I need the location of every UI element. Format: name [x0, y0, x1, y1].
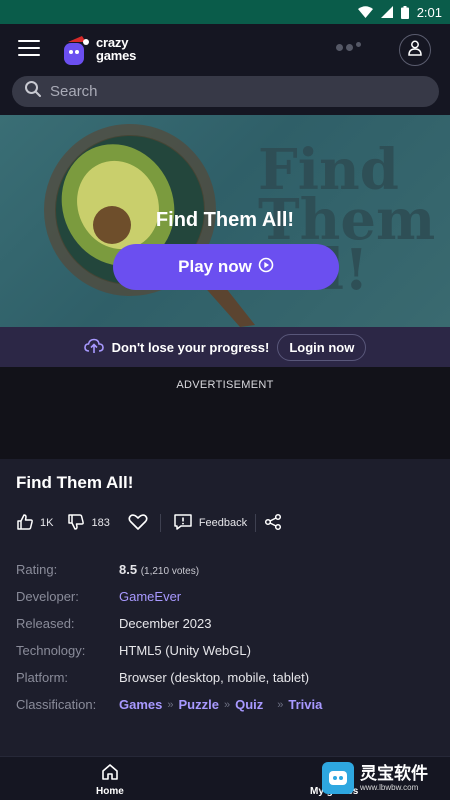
dislike-count: 183 — [91, 517, 110, 529]
thumbs-down-icon — [67, 513, 85, 534]
game-title: Find Them All! — [16, 473, 134, 492]
menu-button[interactable] — [18, 40, 40, 60]
share-icon — [264, 513, 282, 534]
search-input[interactable] — [50, 83, 410, 100]
tag-separator: » — [167, 698, 174, 711]
platform-label: Platform: — [16, 670, 69, 685]
released-label: Released: — [16, 616, 75, 631]
rating-label: Rating: — [16, 562, 58, 577]
tag-separator: » — [223, 698, 231, 711]
tag-link-puzzle[interactable]: Puzzle — [179, 697, 219, 712]
logo-text-games: games — [96, 48, 137, 63]
developer-label: Developer: — [16, 589, 79, 604]
feedback-button[interactable]: Feedback — [173, 513, 247, 534]
info-row-released: Released: December 2023 — [16, 610, 436, 637]
cloud-upload-icon — [83, 338, 104, 357]
info-row-technology: Technology: HTML5 (Unity WebGL) — [16, 637, 436, 664]
like-button[interactable]: 1K — [16, 513, 53, 534]
status-bar: 2:01 — [0, 0, 450, 24]
tag-link-quiz[interactable]: Quiz — [235, 697, 263, 712]
classification-tags: Games » Puzzle » Quiz » Trivia — [119, 697, 322, 712]
info-row-rating: Rating: 8.5 (1,210 votes) — [16, 556, 436, 583]
search-bar[interactable] — [12, 76, 439, 107]
divider — [255, 514, 257, 532]
game-info-table: Rating: 8.5 (1,210 votes) Developer: Gam… — [16, 556, 436, 718]
account-button[interactable] — [399, 34, 431, 66]
user-icon — [408, 40, 422, 61]
play-circle-icon — [258, 257, 274, 278]
signal-icon — [380, 6, 393, 18]
battery-icon — [400, 5, 409, 19]
tag-link-trivia[interactable]: Trivia — [288, 697, 322, 712]
nav-home[interactable]: Home — [96, 763, 124, 797]
play-now-button[interactable]: Play now — [113, 244, 339, 290]
hero-game-title: Find Them All! — [155, 209, 295, 231]
hamburger-icon — [18, 40, 40, 42]
wifi-icon — [357, 6, 373, 18]
watermark-url: www.lbwbw.com — [360, 782, 419, 792]
technology-label: Technology: — [16, 643, 86, 658]
save-progress-message: Don't lose your progress! — [111, 339, 270, 355]
advertisement-label: ADVERTISEMENT — [176, 379, 274, 391]
game-actions-bar: 1K 183 Feedback — [16, 511, 282, 535]
technology-value: HTML5 (Unity WebGL) — [119, 643, 251, 658]
site-watermark: 灵宝软件 www.lbwbw.com — [322, 756, 444, 800]
rating-value: 8.5 — [119, 562, 138, 577]
watermark-text: 灵宝软件 — [360, 763, 428, 783]
search-icon — [24, 80, 42, 103]
info-row-developer: Developer: GameEver — [16, 583, 436, 610]
rating-votes: (1,210 votes) — [140, 566, 200, 577]
divider — [159, 514, 161, 532]
crazygames-logo[interactable]: crazy games — [62, 30, 162, 68]
advertisement-slot[interactable]: ADVERTISEMENT — [0, 367, 450, 459]
tag-link-games[interactable]: Games — [119, 697, 162, 712]
classification-label: Classification: — [16, 697, 97, 712]
game-details-panel: Find Them All! 1K 183 Feedback Rating: 8… — [0, 459, 450, 756]
home-icon — [101, 763, 119, 783]
loading-dots-icon — [336, 42, 361, 51]
platform-value: Browser (desktop, mobile, tablet) — [119, 670, 310, 685]
share-button[interactable] — [264, 513, 282, 534]
feedback-label: Feedback — [198, 517, 248, 529]
info-row-platform: Platform: Browser (desktop, mobile, tabl… — [16, 664, 436, 691]
nav-home-label: Home — [96, 786, 124, 797]
like-count: 1K — [40, 517, 54, 529]
save-progress-banner: Don't lose your progress! Login now — [0, 327, 450, 367]
login-now-button[interactable]: Login now — [277, 333, 367, 361]
thumbs-up-icon — [16, 513, 34, 534]
feedback-icon — [173, 513, 193, 534]
logo-mascot-icon — [62, 34, 92, 65]
dislike-button[interactable]: 183 — [67, 513, 110, 534]
released-value: December 2023 — [119, 616, 212, 631]
tag-separator: » — [277, 698, 284, 711]
favorite-button[interactable] — [128, 513, 148, 534]
game-hero-banner[interactable]: Find Them All! Find Them All! Play now — [0, 115, 450, 327]
play-now-label: Play now — [178, 257, 252, 276]
watermark-logo-icon — [322, 762, 354, 794]
developer-link[interactable]: GameEver — [119, 589, 181, 604]
heart-icon — [128, 513, 148, 534]
info-row-classification: Classification: Games » Puzzle » Quiz » … — [16, 691, 436, 718]
status-time: 2:01 — [416, 4, 442, 20]
